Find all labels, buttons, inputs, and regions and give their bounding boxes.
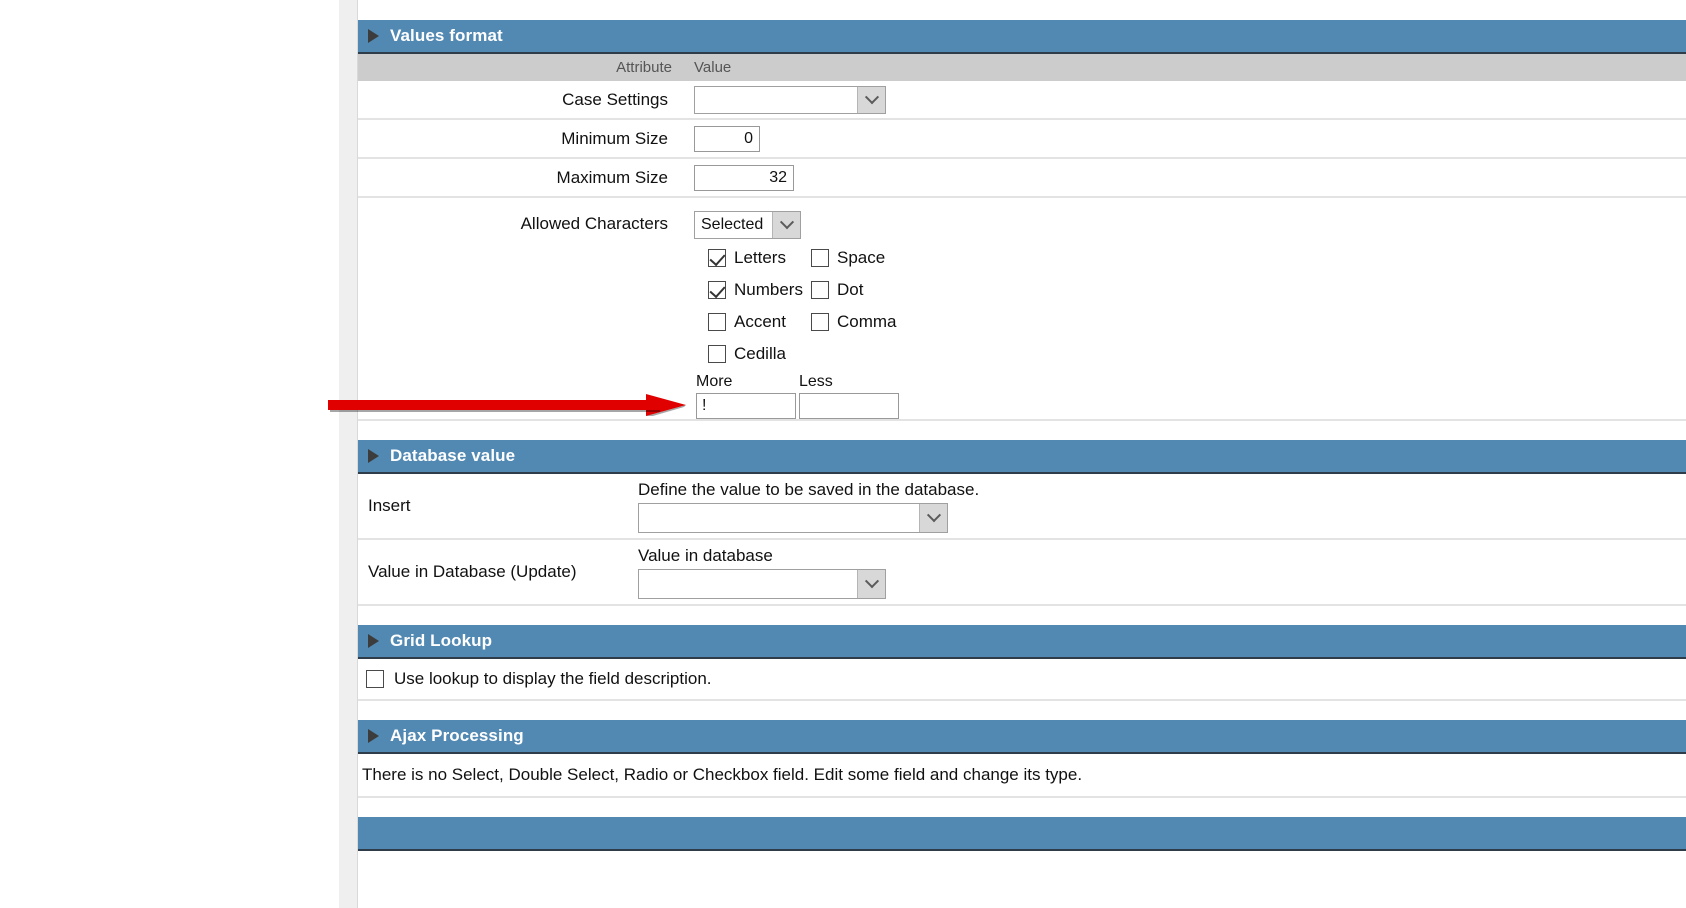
grid-lookup-bottom-spacer: [358, 701, 1686, 720]
value-value-in-database-update: Value in database: [638, 546, 1686, 599]
value-case-settings: [678, 85, 1686, 114]
chevron-down-icon[interactable]: [857, 86, 885, 113]
minimum-size-input[interactable]: 0: [694, 125, 760, 152]
checkbox-cedilla-label: Cedilla: [734, 344, 786, 363]
value-minimum-size: 0: [678, 125, 1686, 152]
row-use-lookup[interactable]: Use lookup to display the field descript…: [358, 659, 1686, 701]
maximum-size-input[interactable]: 32: [694, 164, 794, 191]
checkbox-comma[interactable]: Comma: [811, 312, 1686, 332]
checkbox-space[interactable]: Space: [811, 248, 1686, 268]
row-case-settings: Case Settings: [358, 81, 1686, 120]
value-allowed-characters: Selected Letters Space Numbers Dot Accen…: [678, 198, 1686, 419]
row-insert: Insert Define the value to be saved in t…: [358, 474, 1686, 540]
page-left-gutter: [0, 0, 358, 908]
allowed-characters-checkbox-grid: Letters Space Numbers Dot Accent Comma C…: [708, 248, 1686, 364]
triangle-collapse-icon[interactable]: [368, 449, 379, 463]
ajax-processing-bottom-spacer: [358, 798, 1686, 817]
panel-top-padding: [358, 0, 1686, 20]
checkbox-accent[interactable]: Accent: [708, 312, 811, 332]
row-value-in-database-update: Value in Database (Update) Value in data…: [358, 540, 1686, 606]
values-format-bottom-spacer: [358, 421, 1686, 440]
row-maximum-size: Maximum Size 32: [358, 159, 1686, 198]
section-header-next-partial[interactable]: [358, 817, 1686, 851]
checkbox-comma-box[interactable]: [811, 313, 829, 331]
insert-select[interactable]: [638, 502, 948, 533]
ajax-processing-note: There is no Select, Double Select, Radio…: [358, 754, 1686, 798]
checkbox-dot-box[interactable]: [811, 281, 829, 299]
checkbox-cedilla-box[interactable]: [708, 345, 726, 363]
more-less-group: More ! Less: [696, 373, 1686, 419]
section-header-ajax-processing[interactable]: Ajax Processing: [358, 720, 1686, 754]
section-title-database-value: Database value: [390, 446, 516, 465]
value-maximum-size: 32: [678, 164, 1686, 191]
checkbox-space-label: Space: [837, 248, 886, 267]
checkbox-numbers[interactable]: Numbers: [708, 280, 811, 300]
checkbox-numbers-label: Numbers: [734, 280, 803, 299]
section-title-ajax-processing: Ajax Processing: [390, 726, 524, 745]
column-header-value: Value: [694, 59, 732, 76]
hint-value-in-database: Value in database: [638, 545, 773, 565]
database-value-bottom-spacer: [358, 606, 1686, 625]
more-input[interactable]: !: [696, 393, 796, 419]
section-header-database-value[interactable]: Database value: [358, 440, 1686, 474]
label-insert: Insert: [368, 496, 411, 515]
checkbox-use-lookup-box[interactable]: [366, 670, 384, 688]
values-format-column-header: Attribute Value: [358, 54, 1686, 81]
page-edge-strip: [339, 0, 358, 908]
chevron-down-icon[interactable]: [857, 569, 885, 598]
row-minimum-size: Minimum Size 0: [358, 120, 1686, 159]
checkbox-use-lookup-label: Use lookup to display the field descript…: [394, 669, 712, 688]
label-value-in-database-update: Value in Database (Update): [368, 562, 577, 581]
label-allowed-characters: Allowed Characters: [520, 214, 668, 233]
page-root: Values format Attribute Value Case Setti…: [0, 0, 1686, 908]
settings-panel: Values format Attribute Value Case Setti…: [358, 0, 1686, 908]
allowed-characters-mode-value: Selected: [701, 216, 764, 233]
checkbox-letters[interactable]: Letters: [708, 248, 811, 268]
checkbox-comma-label: Comma: [837, 312, 897, 331]
less-input[interactable]: [799, 393, 899, 419]
more-field-group: More !: [696, 373, 796, 419]
allowed-characters-mode-select[interactable]: Selected: [694, 211, 801, 239]
checkbox-space-box[interactable]: [811, 249, 829, 267]
label-maximum-size: Maximum Size: [556, 167, 668, 187]
row-allowed-characters: Allowed Characters Selected Letters Spac…: [358, 198, 1686, 421]
section-header-values-format[interactable]: Values format: [358, 20, 1686, 54]
label-case-settings: Case Settings: [562, 89, 668, 109]
checkbox-dot[interactable]: Dot: [811, 280, 1686, 300]
checkbox-dot-label: Dot: [837, 280, 864, 299]
checkbox-accent-box[interactable]: [708, 313, 726, 331]
checkbox-grid-filler: [811, 344, 1686, 364]
hint-insert: Define the value to be saved in the data…: [638, 479, 980, 499]
triangle-collapse-icon[interactable]: [368, 634, 379, 648]
checkbox-letters-box[interactable]: [708, 249, 726, 267]
value-insert: Define the value to be saved in the data…: [638, 480, 1686, 533]
label-minimum-size: Minimum Size: [561, 128, 668, 148]
checkbox-numbers-box[interactable]: [708, 281, 726, 299]
checkbox-letters-label: Letters: [734, 248, 786, 267]
chevron-down-icon[interactable]: [772, 212, 800, 238]
triangle-collapse-icon[interactable]: [368, 729, 379, 743]
section-title-grid-lookup: Grid Lookup: [390, 631, 493, 650]
section-title-values-format: Values format: [390, 26, 503, 45]
less-field-group: Less: [799, 373, 899, 419]
label-less: Less: [799, 373, 833, 390]
checkbox-accent-label: Accent: [734, 312, 786, 331]
value-in-database-select[interactable]: [638, 568, 886, 599]
column-header-attribute: Attribute: [616, 59, 672, 76]
chevron-down-icon[interactable]: [919, 503, 947, 532]
checkbox-cedilla[interactable]: Cedilla: [708, 344, 811, 364]
triangle-collapse-icon[interactable]: [368, 29, 379, 43]
case-settings-select[interactable]: [694, 85, 886, 114]
section-header-grid-lookup[interactable]: Grid Lookup: [358, 625, 1686, 659]
label-more: More: [696, 373, 733, 390]
